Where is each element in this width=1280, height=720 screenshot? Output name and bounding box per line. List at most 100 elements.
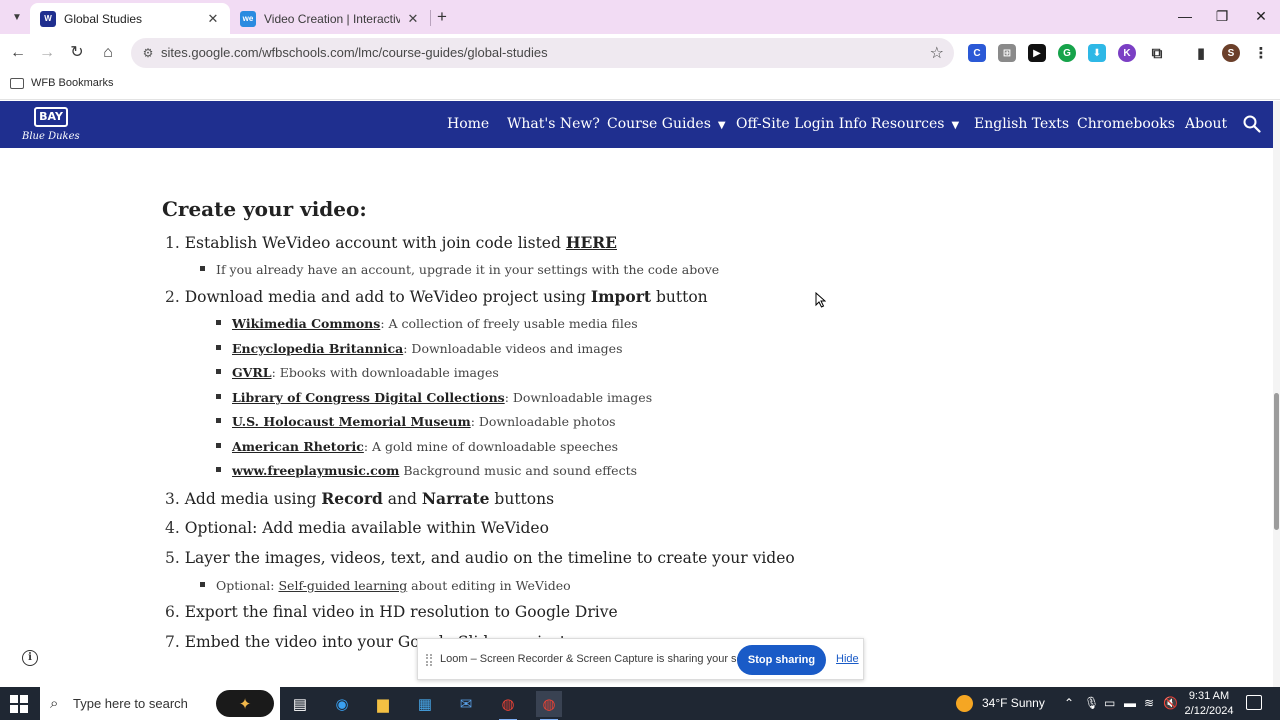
chrome-icon[interactable]: ◍: [495, 691, 521, 720]
self-guided-learning-link[interactable]: Self-guided learning: [278, 578, 407, 593]
restore-button[interactable]: ❐: [1203, 0, 1241, 34]
scrollbar-thumb[interactable]: [1274, 393, 1279, 530]
system-clock[interactable]: 9:31 AM 2/12/2024: [1184, 689, 1234, 719]
url-text[interactable]: sites.google.com/wfbschools.com/lmc/cour…: [161, 45, 548, 60]
microphone-icon[interactable]: 🎙: [1084, 696, 1099, 710]
step-number: 5.: [165, 549, 180, 567]
extension-c-icon[interactable]: C: [968, 44, 986, 62]
bullet: [216, 320, 221, 325]
resource-item: Wikimedia Commons: A collection of freel…: [216, 316, 638, 331]
browser-menu-icon[interactable]: ⋮: [1252, 44, 1270, 62]
resource-desc: : Downloadable videos and images: [403, 341, 623, 356]
nav-home[interactable]: Home: [447, 116, 489, 132]
step-text: and: [382, 490, 422, 508]
bullet: [216, 418, 221, 423]
site-info-icon[interactable]: ⚙: [140, 45, 156, 61]
resource-link[interactable]: U.S. Holocaust Memorial Museum: [232, 414, 471, 429]
weather-text[interactable]: 34°F Sunny: [982, 696, 1045, 710]
nav-whats-new[interactable]: What's New?: [507, 116, 600, 132]
nav-about[interactable]: About: [1185, 116, 1227, 132]
nav-course-guides[interactable]: Course Guides ▼: [607, 116, 726, 132]
resource-link[interactable]: Library of Congress Digital Collections: [232, 390, 505, 405]
logo-text: Blue Dukes: [22, 131, 80, 142]
nav-english-texts[interactable]: English Texts: [974, 116, 1069, 132]
record-bold: Record: [321, 489, 383, 508]
task-view-icon[interactable]: ▤: [287, 691, 313, 717]
resource-item: Encyclopedia Britannica: Downloadable vi…: [216, 341, 623, 356]
nav-label: About: [1185, 116, 1228, 132]
resource-link[interactable]: GVRL: [232, 365, 272, 380]
edge-icon[interactable]: ◉: [329, 691, 355, 717]
chrome-profile-icon[interactable]: ◍: [536, 691, 562, 720]
step-text: Establish WeVideo account with join code…: [184, 234, 566, 252]
bookmark-folder-wfb[interactable]: WFB Bookmarks: [10, 77, 114, 89]
site-header: BAY Blue Dukes Home What's New? Course G…: [0, 101, 1273, 148]
volume-muted-icon[interactable]: 🔇: [1163, 696, 1178, 710]
tab-close-icon[interactable]: ✕: [406, 11, 420, 27]
site-search-icon[interactable]: [1243, 115, 1261, 133]
weather-sun-icon[interactable]: [956, 695, 973, 712]
clock-time: 9:31 AM: [1188, 690, 1230, 702]
windows-start-icon[interactable]: [10, 695, 28, 713]
resource-item: American Rhetoric: A gold mine of downlo…: [216, 439, 618, 454]
bullet: [216, 394, 221, 399]
step-text: Export the final video in HD resolution …: [184, 603, 618, 621]
taskbar-search-box[interactable]: ⌕ Type here to search ✦: [40, 687, 280, 720]
forward-arrow-icon[interactable]: →: [36, 42, 58, 64]
profile-avatar[interactable]: S: [1222, 44, 1240, 62]
mail-icon[interactable]: ✉: [453, 691, 479, 717]
home-icon[interactable]: ⌂: [97, 42, 119, 64]
bookmark-folder-label: WFB Bookmarks: [31, 77, 114, 89]
bay-blue-dukes-logo[interactable]: BAY Blue Dukes: [20, 105, 82, 145]
copilot-icon[interactable]: ✦: [216, 690, 274, 717]
hide-link[interactable]: Hide: [836, 653, 859, 665]
close-window-button[interactable]: ✕: [1242, 0, 1280, 34]
microsoft-store-icon[interactable]: ▦: [412, 691, 438, 717]
stop-sharing-button[interactable]: Stop sharing: [737, 645, 826, 675]
extension-puzzle-box-icon[interactable]: ⊞: [998, 44, 1016, 62]
wifi-icon[interactable]: ≋: [1144, 696, 1154, 710]
side-panel-icon[interactable]: ▮: [1192, 44, 1210, 62]
step-number: 6.: [165, 603, 180, 621]
step-number: 4.: [165, 519, 180, 537]
show-hidden-icons-chevron-icon[interactable]: ⌃: [1064, 696, 1074, 710]
reload-icon[interactable]: ↻: [66, 42, 88, 64]
meet-now-icon[interactable]: ▭: [1104, 696, 1115, 710]
minimize-button[interactable]: —: [1166, 0, 1204, 34]
resource-link[interactable]: www.freeplaymusic.com: [232, 463, 399, 478]
notification-center-icon[interactable]: [1246, 695, 1262, 710]
extension-grammarly-icon[interactable]: G: [1058, 44, 1076, 62]
bookmark-star-icon[interactable]: ☆: [930, 43, 944, 63]
new-tab-button[interactable]: +: [432, 6, 452, 28]
nav-off-site-login-info[interactable]: Off-Site Login Info: [736, 116, 867, 132]
nav-chromebooks[interactable]: Chromebooks: [1077, 116, 1175, 132]
chevron-down-icon: ▼: [951, 120, 960, 131]
bookmarks-bar: WFB Bookmarks: [0, 72, 1280, 100]
extensions-puzzle-icon[interactable]: ⧉: [1148, 44, 1166, 62]
tab-close-icon[interactable]: ✕: [206, 11, 220, 27]
narrate-bold: Narrate: [421, 489, 490, 508]
tab-search-chevron-icon[interactable]: ▼: [6, 6, 28, 28]
tab-video-creation[interactable]: we Video Creation | Interactive Vid ✕: [230, 3, 430, 34]
here-link[interactable]: HERE: [566, 233, 617, 252]
back-arrow-icon[interactable]: ←: [7, 42, 29, 64]
step-number: 7.: [165, 633, 180, 651]
resource-link[interactable]: American Rhetoric: [232, 439, 364, 454]
info-icon[interactable]: i: [22, 650, 38, 666]
extension-download-icon[interactable]: ⬇: [1088, 44, 1106, 62]
drag-handle-icon[interactable]: [426, 654, 432, 666]
resource-link[interactable]: Wikimedia Commons: [232, 316, 380, 331]
resource-link[interactable]: Encyclopedia Britannica: [232, 341, 403, 356]
nav-resources[interactable]: Resources ▼: [871, 116, 959, 132]
page-scrollbar[interactable]: [1273, 101, 1280, 687]
page-content: Create your video: 1. Establish WeVideo …: [0, 148, 1273, 687]
clock-date: 2/12/2024: [1184, 705, 1234, 717]
tab-global-studies[interactable]: W Global Studies ✕: [30, 3, 230, 34]
battery-icon[interactable]: ▬: [1124, 696, 1136, 710]
step-number: 3.: [165, 490, 180, 508]
address-bar[interactable]: ⚙ sites.google.com/wfbschools.com/lmc/co…: [131, 38, 954, 68]
extension-play-icon[interactable]: ▶: [1028, 44, 1046, 62]
extension-k-icon[interactable]: K: [1118, 44, 1136, 62]
nav-label: Off-Site Login Info: [736, 116, 867, 132]
file-explorer-icon[interactable]: ▆: [370, 691, 396, 717]
